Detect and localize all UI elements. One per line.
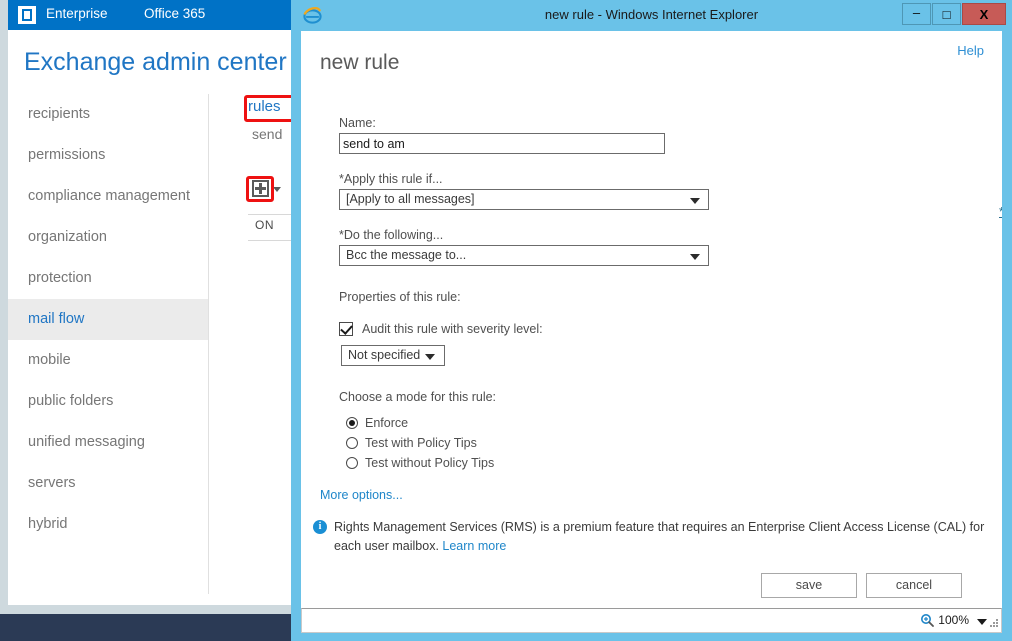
radio-row-test-without-policy-tips[interactable]: Test without Policy Tips — [346, 453, 989, 473]
page-bottom-rail — [0, 605, 294, 614]
suite-link-office365[interactable]: Office 365 — [144, 6, 205, 21]
screen: Enterprise Office 365 Exchange admin cen… — [0, 0, 1012, 641]
sidebar-item-recipients[interactable]: recipients — [8, 94, 208, 135]
radio-label-test-with-policy-tips: Test with Policy Tips — [365, 436, 477, 450]
maximize-button[interactable]: □ — [932, 3, 961, 25]
office-suite-bar: Enterprise Office 365 — [8, 0, 294, 30]
cancel-button[interactable]: cancel — [866, 573, 962, 598]
grid-bottom-rule — [248, 240, 294, 241]
minimize-icon: – — [912, 5, 921, 20]
save-button[interactable]: save — [761, 573, 857, 598]
dialog-content-area: Help new rule Name: *Apply this rule if.… — [301, 31, 1002, 603]
minimize-button[interactable]: – — [902, 3, 931, 25]
sidebar-divider — [208, 94, 209, 594]
help-link[interactable]: Help — [957, 43, 984, 58]
do-following-selected-value: Bcc the message to... — [346, 248, 467, 262]
severity-select-wrapper: Not specified — [341, 345, 989, 366]
radio-row-enforce[interactable]: Enforce — [346, 413, 989, 433]
zoom-control[interactable]: 100% — [920, 613, 969, 627]
info-icon: i — [313, 520, 327, 534]
page-title: Exchange admin center — [24, 48, 287, 76]
tab-rules[interactable]: rules — [248, 98, 281, 115]
page-left-rail — [0, 0, 8, 614]
mode-radio-group: Enforce Test with Policy Tips Test witho… — [346, 413, 989, 473]
exchange-admin-center-page: Enterprise Office 365 Exchange admin cen… — [0, 0, 294, 614]
resize-grip-icon[interactable] — [987, 618, 999, 630]
sidebar-item-unified-messaging[interactable]: unified messaging — [8, 422, 208, 463]
sidebar-item-organization[interactable]: organization — [8, 217, 208, 258]
rms-notice: i Rights Management Services (RMS) is a … — [313, 518, 989, 556]
radio-label-enforce: Enforce — [365, 416, 409, 430]
chevron-down-icon — [425, 354, 435, 360]
chevron-down-icon — [690, 254, 700, 260]
radio-test-without-policy-tips[interactable] — [346, 457, 358, 469]
rms-notice-body: Rights Management Services (RMS) is a pr… — [334, 520, 985, 553]
status-bar: 100% — [301, 608, 1002, 633]
select-people-link[interactable]: *Select people... — [999, 205, 1002, 219]
suite-link-enterprise[interactable]: Enterprise — [46, 6, 108, 21]
radio-row-test-with-policy-tips[interactable]: Test with Policy Tips — [346, 433, 989, 453]
apply-if-selected-value: [Apply to all messages] — [346, 192, 475, 206]
radio-test-with-policy-tips[interactable] — [346, 437, 358, 449]
more-options-link[interactable]: More options... — [320, 488, 403, 502]
zoom-magnifier-icon — [921, 614, 935, 627]
maximize-icon: □ — [942, 6, 951, 22]
window-titlebar[interactable]: new rule - Windows Internet Explorer – □… — [291, 0, 1012, 31]
radio-enforce[interactable] — [346, 417, 358, 429]
severity-select[interactable]: Not specified — [341, 345, 445, 366]
rms-notice-text: Rights Management Services (RMS) is a pr… — [334, 518, 989, 556]
do-following-select[interactable]: Bcc the message to... — [339, 245, 709, 266]
chevron-down-icon[interactable] — [273, 187, 281, 192]
zoom-level-label: 100% — [938, 613, 969, 627]
close-button[interactable]: X — [962, 3, 1006, 25]
properties-label: Properties of this rule: — [339, 290, 461, 304]
sidebar-item-hybrid[interactable]: hybrid — [8, 504, 208, 545]
apply-if-label: *Apply this rule if... — [339, 172, 443, 186]
audit-label: Audit this rule with severity level: — [362, 322, 543, 336]
sidebar-nav: recipients permissions compliance manage… — [8, 94, 208, 545]
internet-explorer-window: new rule - Windows Internet Explorer – □… — [291, 0, 1012, 641]
sidebar-item-mobile[interactable]: mobile — [8, 340, 208, 381]
audit-checkbox[interactable] — [339, 322, 353, 336]
chevron-down-icon[interactable] — [977, 619, 987, 625]
dialog-button-bar: save cancel — [761, 573, 962, 598]
sidebar-item-compliance-management[interactable]: compliance management — [8, 176, 208, 217]
chevron-down-icon — [690, 198, 700, 204]
audit-checkbox-row[interactable]: Audit this rule with severity level: — [339, 322, 989, 336]
severity-selected-value: Not specified — [348, 348, 421, 362]
radio-label-test-without-policy-tips: Test without Policy Tips — [365, 456, 495, 470]
apply-if-select[interactable]: [Apply to all messages] — [339, 189, 709, 210]
name-input[interactable] — [339, 133, 665, 154]
suite-active-caret-icon — [60, 30, 74, 36]
learn-more-link[interactable]: Learn more — [442, 539, 506, 553]
dialog-heading: new rule — [320, 51, 400, 74]
grid-column-on: ON — [255, 218, 274, 232]
do-following-label: *Do the following... — [339, 228, 444, 242]
sidebar-item-public-folders[interactable]: public folders — [8, 381, 208, 422]
sidebar-item-permissions[interactable]: permissions — [8, 135, 208, 176]
sidebar-item-mail-flow[interactable]: mail flow — [8, 299, 208, 340]
office-logo-icon — [18, 6, 36, 24]
new-rule-form: Name: *Apply this rule if... [Apply to a… — [339, 116, 989, 473]
rules-subtitle: send — [252, 126, 283, 142]
new-rule-plus-icon[interactable] — [252, 180, 269, 197]
close-icon: X — [979, 6, 989, 22]
sidebar-item-protection[interactable]: protection — [8, 258, 208, 299]
mode-label: Choose a mode for this rule: — [339, 390, 497, 404]
grid-top-rule — [248, 214, 294, 215]
sidebar-item-servers[interactable]: servers — [8, 463, 208, 504]
name-label: Name: — [339, 116, 376, 130]
